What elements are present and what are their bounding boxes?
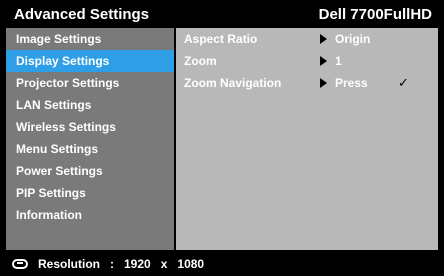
sidebar-item-display-settings[interactable]: Display Settings	[6, 50, 174, 72]
sidebar-item-projector-settings[interactable]: Projector Settings	[6, 72, 174, 94]
setting-row-aspect-ratio[interactable]: Aspect Ratio Origin	[176, 28, 438, 50]
sidebar-item-information[interactable]: Information	[6, 204, 174, 226]
status-bar: Resolution : 1920 x 1080	[0, 252, 444, 276]
resolution-height: 1080	[177, 257, 205, 271]
sidebar-item-wireless-settings[interactable]: Wireless Settings	[6, 116, 174, 138]
setting-label: Aspect Ratio	[184, 32, 258, 46]
setting-value[interactable]: 1	[320, 54, 342, 68]
setting-label: Zoom Navigation	[184, 76, 282, 90]
arrow-right-icon	[320, 56, 327, 66]
settings-panel: Aspect Ratio Origin Zoom 1 Zoom Navigati…	[176, 28, 438, 250]
header: Advanced Settings Dell 7700FullHD	[0, 0, 444, 28]
checkmark-icon: ✓	[398, 75, 409, 90]
setting-value[interactable]: Press	[320, 76, 368, 90]
sidebar-item-image-settings[interactable]: Image Settings	[6, 28, 174, 50]
sidebar-item-power-settings[interactable]: Power Settings	[6, 160, 174, 182]
setting-value-text: 1	[335, 54, 342, 68]
menu-title: Advanced Settings	[14, 5, 150, 23]
setting-label: Zoom	[184, 54, 217, 68]
source-icon	[12, 259, 28, 269]
setting-value[interactable]: Origin	[320, 32, 370, 46]
projector-model: Dell 7700FullHD	[318, 5, 432, 23]
sidebar: Image Settings Display Settings Projecto…	[6, 28, 174, 250]
resolution-separator: :	[110, 257, 114, 271]
sidebar-item-pip-settings[interactable]: PIP Settings	[6, 182, 174, 204]
setting-row-zoom[interactable]: Zoom 1	[176, 50, 438, 72]
arrow-right-icon	[320, 78, 327, 88]
resolution-x: x	[160, 257, 168, 271]
setting-row-zoom-navigation[interactable]: Zoom Navigation Press ✓	[176, 72, 438, 94]
resolution-width: 1920	[124, 257, 151, 271]
setting-value-text: Origin	[335, 32, 371, 46]
setting-value-text: Press	[335, 76, 368, 90]
osd-menu: Advanced Settings Dell 7700FullHD Image …	[0, 0, 444, 276]
sidebar-item-lan-settings[interactable]: LAN Settings	[6, 94, 174, 116]
arrow-right-icon	[320, 34, 327, 44]
sidebar-item-menu-settings[interactable]: Menu Settings	[6, 138, 174, 160]
resolution-label: Resolution	[38, 257, 100, 271]
